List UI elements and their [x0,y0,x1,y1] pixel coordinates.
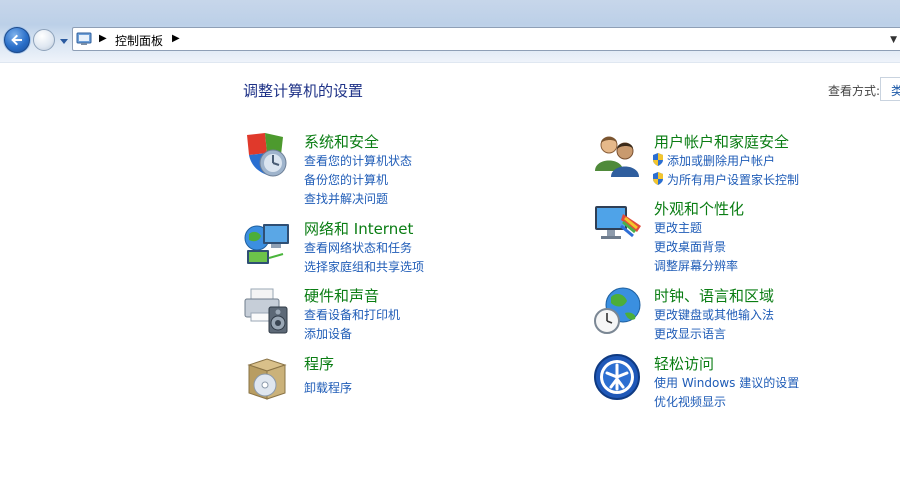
category-network-internet: 网络和 Internet 查看网络状态和任务 选择家庭组和共享选项 [243,218,583,288]
link-troubleshoot[interactable]: 查找并解决问题 [304,190,388,207]
category-ease-of-access: 轻松访问 使用 Windows 建议的设置 优化视频显示 [593,353,900,423]
link-network-status[interactable]: 查看网络状态和任务 [304,239,412,256]
link-add-remove-accounts[interactable]: 添加或删除用户帐户 [652,152,775,169]
link-devices-printers[interactable]: 查看设备和打印机 [304,306,400,323]
view-by-select[interactable]: 类 [880,77,900,101]
address-bar[interactable]: ▶ 控制面板 ▶ ▼ [72,27,900,51]
uac-shield-icon [653,153,663,166]
view-by-label: 查看方式: [828,84,881,98]
link-backup-computer[interactable]: 备份您的计算机 [304,171,388,188]
link-parental-controls[interactable]: 为所有用户设置家长控制 [652,171,799,188]
category-title[interactable]: 用户帐户和家庭安全 [654,131,789,152]
category-title[interactable]: 系统和安全 [304,131,379,152]
link-display-language[interactable]: 更改显示语言 [654,325,726,342]
control-panel-icon [76,32,92,45]
breadcrumb-chevron-icon[interactable]: ▶ [99,33,107,44]
ease-of-access-icon [594,354,640,400]
link-label: 为所有用户设置家长控制 [667,173,800,187]
navigation-bar: ▶ 控制面板 ▶ ▼ [0,0,900,62]
category-title[interactable]: 轻松访问 [654,353,714,374]
category-system-security: 系统和安全 查看您的计算机状态 备份您的计算机 查找并解决问题 [243,131,583,206]
back-button[interactable] [4,27,30,53]
link-recommended-settings[interactable]: 使用 Windows 建议的设置 [654,374,799,391]
forward-arrow-icon [38,34,50,46]
link-change-keyboard[interactable]: 更改键盘或其他输入法 [654,306,774,323]
category-user-accounts: 用户帐户和家庭安全 添加或删除用户帐户 为所有用户设置家长控制 [593,131,900,201]
forward-button[interactable] [33,29,55,51]
back-arrow-icon [11,34,22,46]
control-panel-content: 调整计算机的设置 查看方式: 类 系统和安全 查看您的计算机状态 备份您的计算机… [0,62,900,504]
category-title[interactable]: 时钟、语言和区域 [654,285,774,306]
category-programs: 程序 卸载程序 [243,353,583,423]
link-screen-resolution[interactable]: 调整屏幕分辨率 [654,257,738,274]
clock-globe-icon [594,287,641,334]
link-homegroup-sharing[interactable]: 选择家庭组和共享选项 [304,258,424,275]
link-view-computer-status[interactable]: 查看您的计算机状态 [304,152,412,169]
category-title[interactable]: 网络和 Internet [304,218,413,239]
category-title[interactable]: 外观和个性化 [654,198,744,219]
category-clock-language-region: 时钟、语言和区域 更改键盘或其他输入法 更改显示语言 [593,285,900,355]
link-add-device[interactable]: 添加设备 [304,325,352,342]
link-change-theme[interactable]: 更改主题 [654,219,702,236]
link-desktop-background[interactable]: 更改桌面背景 [654,238,726,255]
breadcrumb-chevron-icon[interactable]: ▶ [172,33,180,44]
network-globe-icon [244,224,289,264]
address-dropdown-icon[interactable]: ▼ [890,35,897,45]
uac-shield-icon [653,172,663,185]
printer-speaker-icon [244,288,288,334]
page-title: 调整计算机的设置 [243,82,364,100]
category-title[interactable]: 程序 [304,353,334,374]
history-dropdown-icon[interactable] [59,37,69,45]
link-optimize-video[interactable]: 优化视频显示 [654,393,726,410]
link-label: 添加或删除用户帐户 [667,154,776,168]
security-shield-icon [247,133,287,177]
display-palette-icon [595,206,641,239]
category-title[interactable]: 硬件和声音 [304,285,379,306]
breadcrumb-control-panel[interactable]: 控制面板 [115,32,163,49]
category-hardware-sound: 硬件和声音 查看设备和打印机 添加设备 [243,285,583,355]
programs-box-icon [247,358,287,400]
link-uninstall-program[interactable]: 卸载程序 [304,379,352,396]
users-icon [595,136,639,177]
category-appearance: 外观和个性化 更改主题 更改桌面背景 调整屏幕分辨率 [593,198,900,273]
